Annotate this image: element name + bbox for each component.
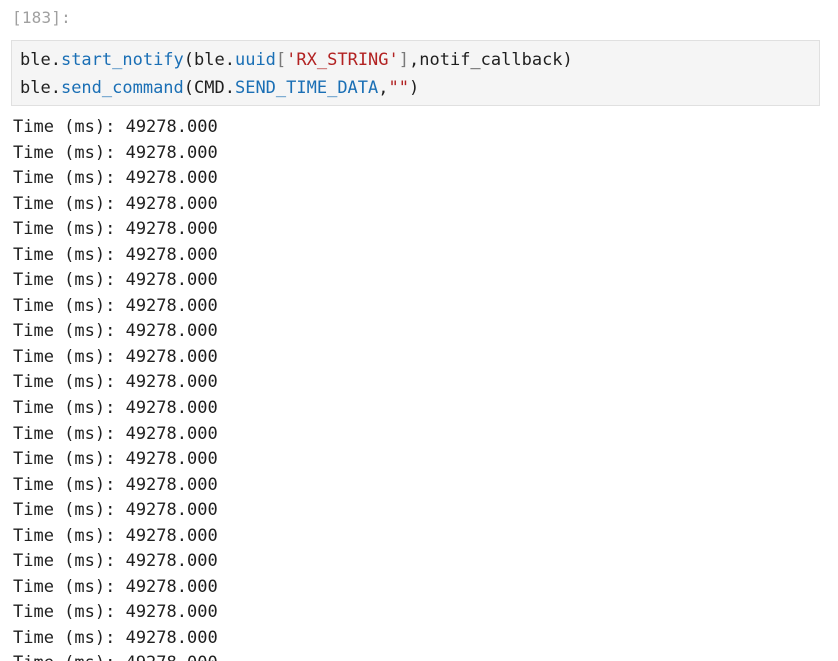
cell-output-area: Time (ms): 49278.000 Time (ms): 49278.000… xyxy=(13,115,838,661)
output-line: Time (ms): 49278.000 xyxy=(13,551,218,572)
output-line: Time (ms): 49278.000 xyxy=(13,295,218,316)
output-line: Time (ms): 49278.000 xyxy=(13,168,218,189)
code-token: ) xyxy=(409,78,420,98)
code-token-string: 'RX_STRING' xyxy=(286,50,399,70)
output-line: Time (ms): 49278.000 xyxy=(13,346,218,367)
execution-count-prompt: [183]: xyxy=(12,8,71,27)
code-token-function: start_notify xyxy=(60,50,184,70)
output-line: Time (ms): 49278.000 xyxy=(13,525,218,546)
output-line: Time (ms): 49278.000 xyxy=(13,576,218,597)
code-line-2[interactable]: ble.send_command(CMD.SEND_TIME_DATA,"") xyxy=(20,77,419,99)
code-token: ,notif_callback) xyxy=(409,50,573,70)
code-token-bracket: [ xyxy=(275,50,287,70)
code-token: (CMD. xyxy=(183,78,235,98)
output-line: Time (ms): 49278.000 xyxy=(13,602,218,623)
output-line: Time (ms): 49278.000 xyxy=(13,193,218,214)
code-token-string: "" xyxy=(388,78,409,98)
code-token: ble. xyxy=(20,50,61,70)
code-token-bracket: ] xyxy=(398,50,410,70)
output-line: Time (ms): 49278.000 xyxy=(13,270,218,291)
output-line: Time (ms): 49278.000 xyxy=(13,142,218,163)
output-line: Time (ms): 49278.000 xyxy=(13,500,218,521)
output-line: Time (ms): 49278.000 xyxy=(13,449,218,470)
output-line: Time (ms): 49278.000 xyxy=(13,117,218,137)
code-cell-editor[interactable]: ble.start_notify(ble.uuid['RX_STRING'],n… xyxy=(11,40,820,106)
code-token-function: send_command xyxy=(60,78,184,98)
output-line: Time (ms): 49278.000 xyxy=(13,423,218,444)
code-token: ble. xyxy=(20,78,61,98)
code-token: , xyxy=(378,78,389,98)
output-line: Time (ms): 49278.000 xyxy=(13,474,218,495)
output-line: Time (ms): 49278.000 xyxy=(13,321,218,342)
code-token-attribute: uuid xyxy=(234,50,276,70)
output-line: Time (ms): 49278.000 xyxy=(13,627,218,648)
output-line: Time (ms): 49278.000 xyxy=(13,398,218,419)
output-line: Time (ms): 49278.000 xyxy=(13,244,218,265)
code-line-1[interactable]: ble.start_notify(ble.uuid['RX_STRING'],n… xyxy=(20,49,573,71)
code-token: (ble. xyxy=(183,50,235,70)
output-line: Time (ms): 49278.000 xyxy=(13,651,838,661)
output-line: Time (ms): 49278.000 xyxy=(13,219,218,240)
output-line: Time (ms): 49278.000 xyxy=(13,372,218,393)
code-token-attribute: SEND_TIME_DATA xyxy=(234,78,379,98)
